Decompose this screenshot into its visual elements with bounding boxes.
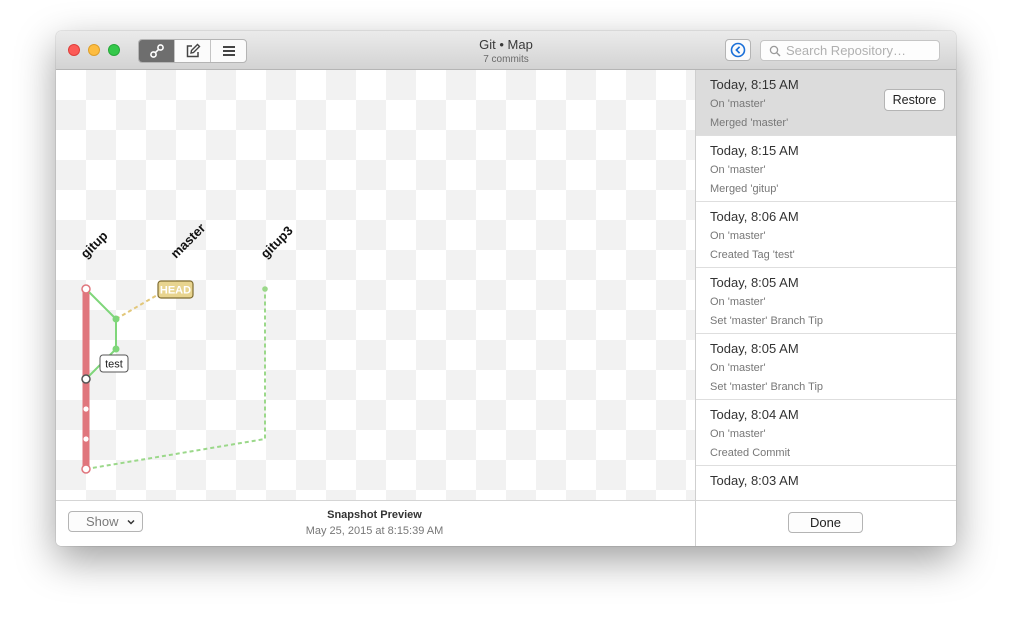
branch-label-gitup3: gitup3 [258, 223, 296, 261]
snapshot-date: Today, 8:04 AM [710, 407, 799, 422]
snapshot-date: Today, 8:03 AM [710, 473, 799, 488]
search-field[interactable] [760, 40, 940, 61]
commit-node[interactable] [81, 374, 91, 384]
snapshot-date: Today, 8:06 AM [710, 209, 799, 224]
search-icon [769, 45, 781, 56]
branch-label-gitup: gitup [78, 228, 111, 261]
snapshot-branch: On 'master' [710, 164, 766, 176]
commit-node[interactable] [112, 315, 120, 323]
chevron-down-icon [127, 519, 135, 525]
snapshot-item[interactable]: Today, 8:04 AM On 'master' Created Commi… [696, 400, 956, 466]
commit-node[interactable] [83, 406, 89, 412]
snapshot-item[interactable]: Today, 8:03 AM [696, 466, 956, 500]
commit-node[interactable] [112, 345, 120, 353]
back-arrow-icon [730, 42, 746, 58]
snapshot-branch: On 'master' [710, 230, 766, 242]
restore-button[interactable]: Restore [884, 89, 945, 111]
snapshot-preview-date: May 25, 2015 at 8:15:39 AM [305, 525, 444, 537]
snapshot-branch: On 'master' [710, 428, 766, 440]
tag-badge-label: test [105, 359, 123, 371]
snapshot-action: Merged 'master' [710, 117, 789, 129]
commit-graph: gitup master gitup3 HEAD test [78, 220, 296, 474]
snapshot-preview-title: Snapshot Preview [327, 509, 422, 521]
snapshot-date: Today, 8:05 AM [710, 275, 799, 290]
snapshot-date: Today, 8:05 AM [710, 341, 799, 356]
snapshot-item[interactable]: Today, 8:15 AM On 'master' Merged 'maste… [696, 70, 956, 136]
show-dropdown-label: Show [86, 514, 119, 529]
snapshot-list[interactable]: Today, 8:15 AM On 'master' Merged 'maste… [695, 70, 956, 500]
snapshot-item[interactable]: Today, 8:05 AM On 'master' Set 'master' … [696, 268, 956, 334]
snapshot-action: Set 'master' Branch Tip [710, 315, 824, 327]
commit-node[interactable] [83, 436, 89, 442]
head-pointer-line [115, 293, 160, 320]
snapshot-action: Created Tag 'test' [710, 249, 795, 261]
show-dropdown[interactable]: Show [68, 511, 143, 532]
snapshot-branch: On 'master' [710, 296, 766, 308]
commit-node[interactable] [81, 284, 91, 294]
commit-node[interactable] [81, 464, 91, 474]
snapshot-item[interactable]: Today, 8:15 AM On 'master' Merged 'gitup… [696, 136, 956, 202]
snapshot-date: Today, 8:15 AM [710, 77, 799, 92]
snapshot-action: Created Commit [710, 447, 791, 459]
branch-label-master: master [168, 220, 209, 261]
snapshot-action: Set 'master' Branch Tip [710, 381, 824, 393]
commit-graph-map[interactable]: gitup master gitup3 HEAD test [56, 70, 695, 500]
snapshot-item[interactable]: Today, 8:05 AM On 'master' Set 'master' … [696, 334, 956, 400]
app-window: Git • Map 7 commits gitup master gitup3 [56, 31, 956, 546]
snapshot-branch: On 'master' [710, 98, 766, 110]
title-bar: Git • Map 7 commits [56, 31, 956, 70]
commit-node[interactable] [262, 286, 268, 292]
snapshot-date: Today, 8:15 AM [710, 143, 799, 158]
preview-footer: Show Snapshot Preview May 25, 2015 at 8:… [56, 500, 695, 546]
search-input[interactable] [786, 43, 936, 58]
sidebar-footer: Done [695, 500, 956, 546]
snapshot-action: Merged 'gitup' [710, 183, 779, 195]
head-badge-label: HEAD [160, 285, 191, 297]
done-button[interactable]: Done [788, 512, 863, 533]
snapshot-branch: On 'master' [710, 362, 766, 374]
snapshot-item[interactable]: Today, 8:06 AM On 'master' Created Tag '… [696, 202, 956, 268]
back-button[interactable] [725, 39, 751, 61]
